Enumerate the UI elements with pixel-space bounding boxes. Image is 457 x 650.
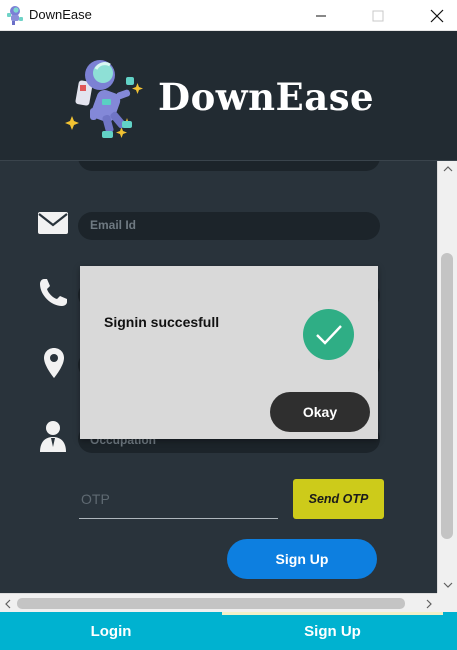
brand-title: DownEase: [158, 75, 375, 119]
user-icon: [38, 419, 68, 457]
tab-signup[interactable]: Sign Up: [222, 612, 443, 650]
app-icon: [4, 4, 26, 26]
minimize-button[interactable]: [298, 0, 344, 31]
okay-button[interactable]: Okay: [270, 392, 370, 432]
send-otp-button[interactable]: Send OTP: [293, 479, 384, 519]
close-icon: [430, 9, 444, 22]
signup-button[interactable]: Sign Up: [227, 539, 377, 579]
maximize-button[interactable]: [355, 0, 401, 31]
scroll-down-arrow[interactable]: [438, 577, 457, 593]
minimize-icon: [316, 15, 326, 16]
title-bar: DownEase: [0, 0, 457, 31]
scroll-left-arrow[interactable]: [0, 594, 16, 612]
bottom-tab-bar: Login Sign Up: [0, 612, 457, 650]
close-button[interactable]: [414, 0, 457, 31]
scrollbar-corner: [437, 593, 457, 612]
partial-field-icon: [42, 161, 62, 171]
vertical-scrollbar[interactable]: [437, 161, 457, 593]
active-tab-indicator: [222, 612, 443, 615]
horizontal-scroll-thumb[interactable]: [17, 598, 405, 609]
mail-icon: [37, 211, 69, 239]
email-placeholder: Email Id: [90, 218, 137, 232]
success-dialog: Signin succesfull Okay: [80, 266, 378, 439]
otp-placeholder: OTP: [81, 491, 110, 507]
otp-input-underline[interactable]: [79, 518, 278, 519]
window-title: DownEase: [29, 7, 92, 22]
tab-login[interactable]: Login: [0, 612, 222, 650]
email-field[interactable]: Email Id: [78, 212, 380, 240]
scroll-up-arrow[interactable]: [438, 161, 457, 177]
astronaut-logo-icon: [60, 53, 155, 148]
vertical-scroll-thumb[interactable]: [441, 253, 453, 539]
checkmark-icon: [303, 309, 354, 360]
phone-icon: [37, 277, 69, 313]
maximize-icon: [372, 10, 384, 21]
scroll-right-arrow[interactable]: [421, 594, 437, 612]
hidden-top-field[interactable]: [78, 161, 380, 171]
dialog-message: Signin succesfull: [104, 314, 220, 330]
app-header: DownEase: [0, 31, 457, 160]
location-pin-icon: [42, 347, 66, 383]
horizontal-scrollbar[interactable]: [0, 593, 437, 612]
